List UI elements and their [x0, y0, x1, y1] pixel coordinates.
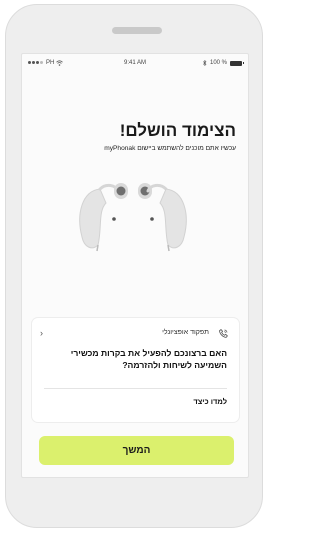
right-hearing-aid-icon — [138, 183, 187, 252]
card-header: › תפקוד אופציונלי — [32, 328, 239, 340]
status-bar: PH 9:41 AM 100 % — [22, 54, 248, 72]
phone-speaker — [112, 27, 162, 34]
hearing-aids-illustration — [79, 183, 187, 252]
app-screen: PH 9:41 AM 100 % הצימוד הושלם! עכשיו אתם… — [21, 53, 249, 478]
chevron-left-icon[interactable]: › — [40, 328, 43, 338]
learn-how-link[interactable]: למדו כיצד — [193, 397, 227, 406]
left-hearing-aid-icon — [79, 183, 128, 252]
page-title: הצימוד הושלם! — [119, 121, 236, 140]
card-label: תפקוד אופציונלי — [162, 329, 209, 336]
battery-percent: 100 % — [209, 60, 227, 66]
continue-button[interactable]: המשך — [39, 436, 234, 465]
phone-frame: PH 9:41 AM 100 % הצימוד הושלם! עכשיו אתם… — [5, 4, 263, 528]
card-question: האם ברצונכם להפעיל את בקרות מכשירי השמיע… — [70, 348, 227, 370]
bluetooth-icon — [203, 60, 207, 66]
optional-feature-card[interactable]: › תפקוד אופציונלי האם ברצונכם להפעיל את … — [32, 318, 239, 422]
phone-call-icon — [219, 328, 228, 338]
status-right: 100 % — [203, 60, 244, 66]
battery-icon — [230, 60, 244, 66]
card-divider — [44, 388, 227, 389]
page-subtitle: עכשיו אתם מוכנים להשתמש ביישום myPhonak — [104, 145, 236, 152]
